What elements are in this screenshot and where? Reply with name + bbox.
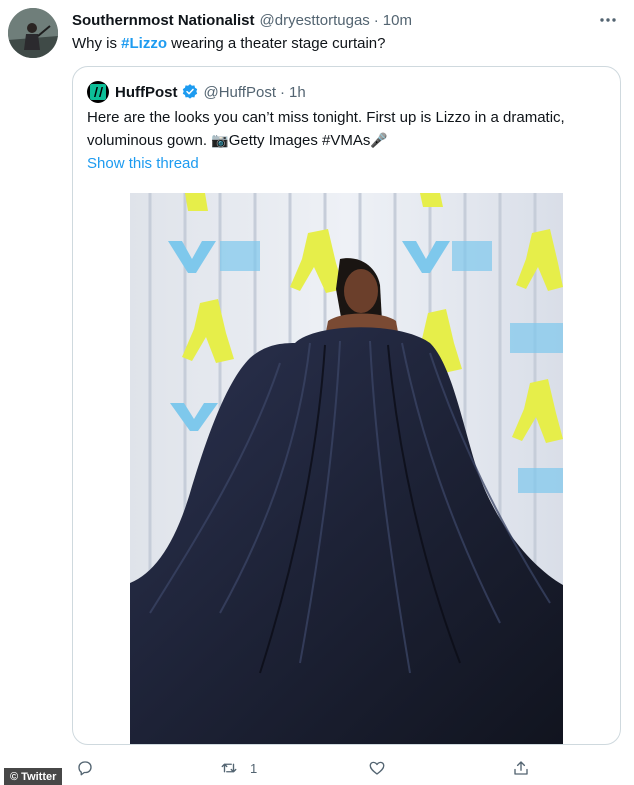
header-separator: · xyxy=(373,11,379,29)
microphone-emoji-icon: 🎤 xyxy=(370,132,388,148)
quoted-header-separator: · xyxy=(279,83,285,101)
author-display-name[interactable]: Southernmost Nationalist xyxy=(72,12,255,29)
author-handle[interactable]: @dryesttortugas xyxy=(260,12,370,29)
tweet: Southernmost Nationalist @dryesttortugas… xyxy=(0,0,634,785)
user-avatar[interactable] xyxy=(8,8,58,58)
share-icon xyxy=(514,761,528,775)
verified-badge-icon xyxy=(181,83,199,101)
quoted-timestamp[interactable]: 1h xyxy=(289,84,306,101)
more-options-icon[interactable] xyxy=(598,10,618,30)
retweet-count: 1 xyxy=(250,760,258,776)
tweet-text: Why is #Lizzo wearing a theater stage cu… xyxy=(72,34,385,54)
show-thread-link[interactable]: Show this thread xyxy=(87,155,199,172)
tweet-header: Southernmost Nationalist @dryesttortugas… xyxy=(72,10,412,30)
huffpost-logo-icon[interactable] xyxy=(87,81,109,103)
quoted-credit: Getty Images #VMAs xyxy=(228,132,371,149)
twitter-watermark: © Twitter xyxy=(4,768,63,785)
reply-icon xyxy=(78,761,92,776)
quoted-display-name[interactable]: HuffPost xyxy=(115,84,178,101)
camera-emoji-icon: 📷 xyxy=(211,132,229,148)
share-button[interactable] xyxy=(512,758,530,778)
tweet-text-start: Why is xyxy=(72,35,122,52)
quoted-tweet-text: Here are the looks you can’t miss tonigh… xyxy=(87,107,612,152)
hashtag-link[interactable]: #Lizzo xyxy=(121,35,167,52)
like-button[interactable] xyxy=(368,758,386,778)
heart-icon xyxy=(369,761,385,775)
retweet-button[interactable]: 1 xyxy=(220,758,257,778)
retweet-icon xyxy=(221,763,237,773)
quoted-handle[interactable]: @HuffPost xyxy=(204,84,276,101)
tweet-photo[interactable] xyxy=(130,193,563,744)
reply-button[interactable] xyxy=(76,758,94,778)
quoted-tweet[interactable]: HuffPost @HuffPost · 1h Here are the loo… xyxy=(72,66,621,745)
tweet-actions: 1 xyxy=(0,752,634,782)
tweet-text-end: wearing a theater stage curtain? xyxy=(167,35,386,52)
quoted-tweet-header: HuffPost @HuffPost · 1h xyxy=(87,81,306,103)
tweet-timestamp[interactable]: 10m xyxy=(383,12,412,29)
